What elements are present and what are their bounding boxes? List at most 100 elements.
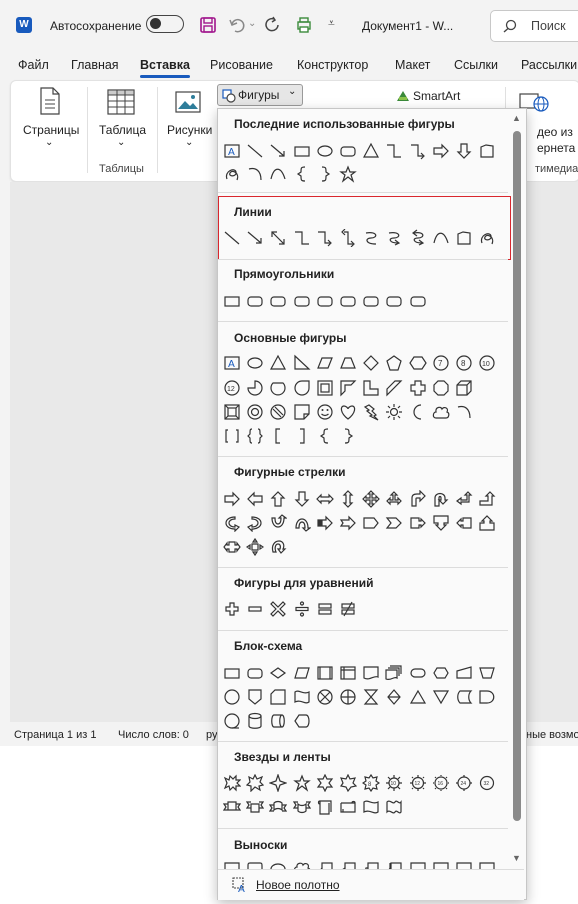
shape-pie-icon[interactable] bbox=[246, 379, 264, 400]
shape-foffpage-icon[interactable] bbox=[246, 688, 264, 709]
shape-ellipse-icon[interactable] bbox=[246, 354, 264, 375]
scroll-down-icon[interactable]: ▼ bbox=[512, 853, 521, 863]
shape-parallelogram-icon[interactable] bbox=[316, 354, 334, 375]
tab-home[interactable]: Главная bbox=[71, 58, 119, 72]
table-button[interactable]: Таблица bbox=[99, 123, 146, 137]
shape-fdirect-icon[interactable] bbox=[269, 712, 287, 733]
shape-fpredef-icon[interactable] bbox=[316, 664, 334, 685]
shape-rcallout-icon[interactable] bbox=[409, 514, 427, 535]
shape-star12-icon[interactable]: 12 bbox=[409, 774, 427, 795]
shape-moon-icon[interactable] bbox=[409, 403, 427, 424]
shape-ucallout-icon[interactable] bbox=[478, 514, 496, 535]
shape-arcshape-icon[interactable] bbox=[246, 165, 264, 186]
shape-curvedl-icon[interactable] bbox=[246, 514, 264, 535]
shape-lrcallout-icon[interactable] bbox=[223, 538, 241, 559]
pages-button[interactable]: Страницы bbox=[23, 123, 79, 137]
shape-chevron-icon[interactable] bbox=[385, 514, 403, 535]
online-video-label-2[interactable]: ернета bbox=[537, 141, 575, 155]
shape-rrect-icon[interactable] bbox=[316, 292, 334, 313]
shape-larrow-icon[interactable] bbox=[246, 490, 264, 511]
shape-rtriangle-icon[interactable] bbox=[293, 354, 311, 375]
shape-diamond-icon[interactable] bbox=[362, 354, 380, 375]
shape-stripedr-icon[interactable] bbox=[316, 514, 334, 535]
status-words[interactable]: Число слов: 0 bbox=[118, 729, 189, 741]
shape-expl1-icon[interactable] bbox=[223, 774, 242, 795]
shape-rarrow-icon[interactable] bbox=[223, 490, 241, 511]
shape-arc-icon[interactable] bbox=[432, 229, 450, 250]
shape-rarrow-icon[interactable] bbox=[432, 142, 450, 163]
shape-freeform-icon[interactable] bbox=[455, 229, 473, 250]
shape-curvedbl-icon[interactable] bbox=[409, 229, 427, 250]
shape-star32-icon[interactable]: 32 bbox=[478, 774, 496, 795]
shape-uturn-icon[interactable] bbox=[432, 490, 450, 511]
shape-ribbondn-icon[interactable] bbox=[246, 798, 265, 819]
shape-noentry-icon[interactable] bbox=[269, 403, 287, 424]
online-video-label-1[interactable]: део из bbox=[537, 125, 573, 139]
shape-rrect-icon[interactable] bbox=[339, 142, 357, 163]
shape-foldcorner-icon[interactable] bbox=[293, 403, 311, 424]
shape-hexagon-icon[interactable] bbox=[408, 354, 427, 375]
smartart-button[interactable]: SmartArt bbox=[413, 89, 460, 103]
shape-hscroll-icon[interactable] bbox=[339, 798, 357, 819]
shape-rbracket-icon[interactable] bbox=[293, 427, 311, 448]
tab-mailings[interactable]: Рассылки bbox=[521, 58, 577, 72]
shape-c10-icon[interactable]: 10 bbox=[478, 354, 496, 375]
shape-teardrop-icon[interactable] bbox=[293, 379, 311, 400]
shape-udarrow-icon[interactable] bbox=[339, 490, 357, 511]
shape-rrect-icon[interactable] bbox=[339, 292, 357, 313]
shape-dcallout-icon[interactable] bbox=[432, 514, 450, 535]
tab-design[interactable]: Конструктор bbox=[297, 58, 368, 72]
pictures-dropdown-icon[interactable]: ⌄ bbox=[185, 137, 193, 148]
tab-layout[interactable]: Макет bbox=[395, 58, 430, 72]
shape-fdecision-icon[interactable] bbox=[269, 664, 287, 685]
shape-fmanin-icon[interactable] bbox=[455, 664, 473, 685]
shape-uarrow-icon[interactable] bbox=[269, 490, 287, 511]
shape-expl2-icon[interactable] bbox=[246, 773, 265, 795]
shape-rrect-icon[interactable] bbox=[409, 292, 427, 313]
shape-textbox-icon[interactable]: A bbox=[223, 142, 241, 163]
save-icon[interactable] bbox=[199, 16, 217, 34]
shape-curveddn-icon[interactable] bbox=[292, 798, 311, 819]
shape-eqminus-icon[interactable] bbox=[246, 600, 264, 621]
shape-ftape-icon[interactable] bbox=[293, 688, 311, 709]
shape-arrow-icon[interactable] bbox=[269, 142, 287, 163]
tab-insert[interactable]: Вставка bbox=[140, 58, 190, 78]
shape-fdoc-icon[interactable] bbox=[362, 664, 380, 685]
shape-fextract-icon[interactable] bbox=[409, 688, 427, 709]
shape-fterm-icon[interactable] bbox=[409, 664, 427, 685]
shape-rrect-icon[interactable] bbox=[362, 292, 380, 313]
shape-pentarrow-icon[interactable] bbox=[362, 514, 380, 535]
shape-bentarrow-icon[interactable] bbox=[409, 489, 427, 511]
shape-rect-icon[interactable] bbox=[223, 292, 241, 313]
shape-c8-icon[interactable]: 8 bbox=[455, 354, 473, 375]
shape-lrarrow-icon[interactable] bbox=[315, 490, 334, 511]
status-page[interactable]: Страница 1 из 1 bbox=[14, 729, 96, 741]
shape-chord-icon[interactable] bbox=[269, 379, 287, 400]
undo-dropdown-icon[interactable]: ⌄ bbox=[248, 18, 256, 29]
shape-star7-icon[interactable] bbox=[339, 773, 358, 795]
shape-sun-icon[interactable] bbox=[385, 403, 403, 424]
shape-curvearrow-icon[interactable] bbox=[385, 229, 403, 250]
shapes-button[interactable]: Фигуры ⌄ bbox=[217, 84, 303, 106]
autosave-toggle[interactable] bbox=[146, 15, 184, 33]
shape-curve-icon[interactable] bbox=[362, 229, 380, 250]
shape-lbracket-icon[interactable] bbox=[269, 427, 287, 448]
shape-lbrace-icon[interactable] bbox=[293, 165, 311, 186]
shape-scribble-icon[interactable] bbox=[223, 165, 241, 186]
shape-rrect-icon[interactable] bbox=[385, 292, 403, 313]
shape-star4-icon[interactable] bbox=[268, 773, 289, 795]
shape-rrect-icon[interactable] bbox=[293, 292, 311, 313]
shape-fstored-icon[interactable] bbox=[455, 688, 473, 709]
shape-quadcallout-icon[interactable] bbox=[246, 537, 265, 559]
undo-icon[interactable] bbox=[228, 16, 246, 34]
shape-elbow-icon[interactable] bbox=[385, 142, 403, 163]
shape-fprocess-icon[interactable] bbox=[223, 664, 241, 685]
shape-curvedup-icon[interactable] bbox=[269, 798, 288, 819]
shape-wave-icon[interactable] bbox=[362, 798, 380, 819]
tab-references[interactable]: Ссылки bbox=[454, 58, 498, 72]
shape-fmagdisk-icon[interactable] bbox=[246, 712, 264, 733]
shape-rbrace-icon[interactable] bbox=[339, 427, 357, 448]
shape-eqneq-icon[interactable] bbox=[339, 600, 357, 621]
redo-icon[interactable] bbox=[264, 16, 282, 34]
shape-cube-icon[interactable] bbox=[455, 379, 473, 400]
